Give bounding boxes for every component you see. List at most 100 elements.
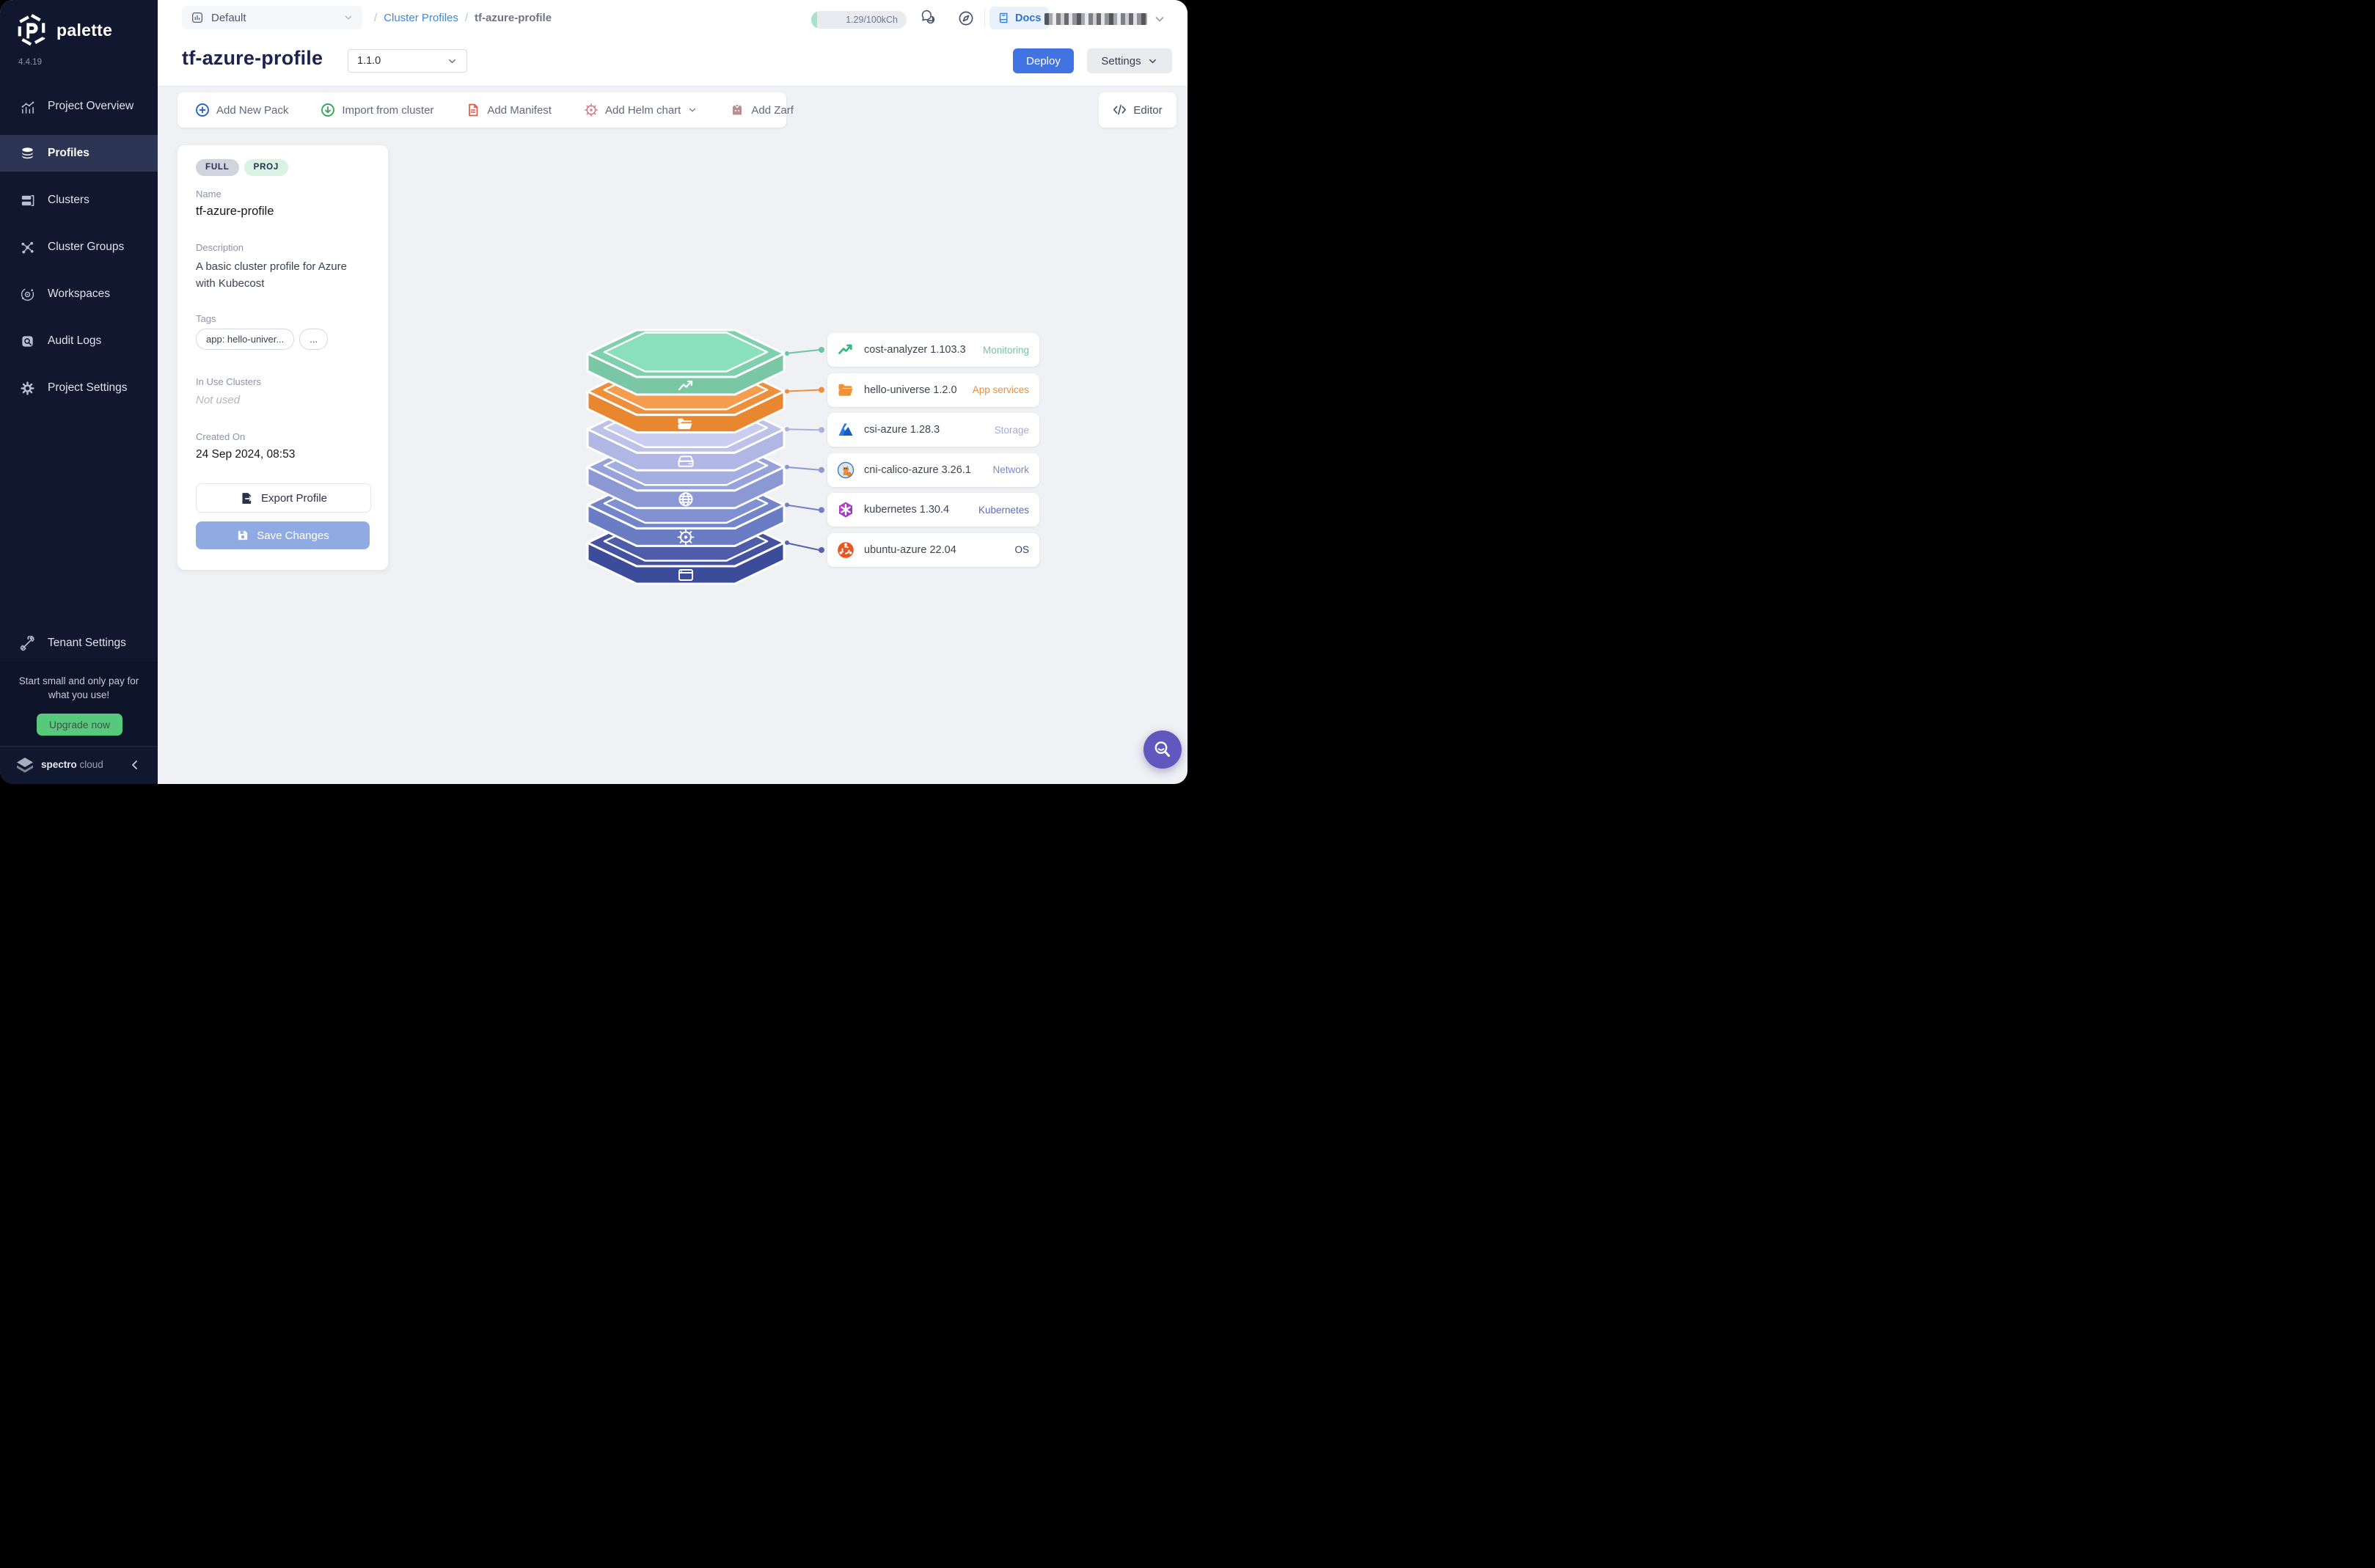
- sidebar-item-project-settings[interactable]: Project Settings: [0, 364, 158, 411]
- sidebar-item-project-overview[interactable]: Project Overview: [0, 83, 158, 130]
- editor-button[interactable]: Editor: [1099, 92, 1176, 128]
- breadcrumb-separator: /: [465, 12, 468, 24]
- save-changes-button[interactable]: Save Changes: [196, 521, 370, 549]
- chevron-down-icon: [343, 12, 354, 23]
- chevron-down-icon: [687, 105, 698, 115]
- sidebar-item-audit-logs[interactable]: Audit Logs: [0, 318, 158, 364]
- breadcrumb-separator: /: [374, 12, 377, 24]
- collapse-sidebar-icon[interactable]: [128, 758, 142, 772]
- export-profile-button[interactable]: Export Profile: [196, 483, 371, 513]
- pack-row-hello-universe[interactable]: hello-universe 1.2.0 App services: [827, 373, 1039, 407]
- import-from-cluster-button[interactable]: Import from cluster: [321, 103, 433, 117]
- sidebar-item-label: Profiles: [48, 147, 89, 160]
- tools-icon: [20, 636, 35, 651]
- connector-dot: [819, 347, 824, 353]
- connector-line: [786, 505, 819, 510]
- sidebar-item-label: Cluster Groups: [48, 241, 124, 254]
- sidebar-footer: spectro cloud: [0, 746, 158, 784]
- chat-icon[interactable]: [921, 10, 938, 27]
- breadcrumb-cluster-profiles[interactable]: Cluster Profiles: [384, 12, 458, 24]
- profile-description: A basic cluster profile for Azure with K…: [196, 258, 369, 292]
- settings-button[interactable]: Settings: [1087, 48, 1172, 73]
- down-circle-icon: [321, 103, 335, 117]
- add-manifest-button[interactable]: Add Manifest: [466, 103, 552, 117]
- usage-meter: 1.29/100kCh: [811, 11, 907, 29]
- toolbar-item-label: Add New Pack: [216, 104, 288, 117]
- pack-category: Storage: [995, 425, 1029, 436]
- gear-icon: [20, 381, 35, 396]
- audit-icon: [20, 334, 35, 349]
- deploy-button[interactable]: Deploy: [1013, 48, 1074, 73]
- add-helm-chart-button[interactable]: Add Helm chart: [584, 103, 698, 117]
- toolbar-item-label: Import from cluster: [342, 104, 433, 117]
- orbit-icon: [20, 287, 35, 302]
- connector-line: [786, 467, 819, 470]
- connector-line: [786, 390, 819, 392]
- user-name-redacted[interactable]: [1044, 13, 1147, 25]
- sidebar-item-label: Audit Logs: [48, 334, 101, 348]
- sidebar-nav: Project Overview Profiles Clusters Clust…: [0, 83, 158, 411]
- toolbar-item-label: Add Helm chart: [605, 104, 681, 117]
- manifest-icon: [466, 103, 480, 117]
- search-fab[interactable]: [1143, 730, 1182, 769]
- project-scope-dropdown[interactable]: Default: [182, 6, 362, 29]
- tags-row: app: hello-univer......: [196, 329, 328, 350]
- toolbar-item-label: Add Manifest: [487, 104, 552, 117]
- connector-dot: [819, 427, 824, 433]
- save-icon: [236, 529, 249, 542]
- palette-logo-icon: [16, 13, 47, 47]
- breadcrumb: / Cluster Profiles / tf-azure-profile: [374, 0, 552, 36]
- search-icon: [1152, 739, 1173, 760]
- project-icon: [191, 11, 204, 24]
- sidebar-item-label: Project Settings: [48, 381, 128, 395]
- promo-text: Start small and only pay for what you us…: [12, 674, 145, 702]
- compass-icon[interactable]: [957, 10, 975, 27]
- sidebar-item-profiles[interactable]: Profiles: [0, 130, 158, 177]
- sidebar-item-workspaces[interactable]: Workspaces: [0, 271, 158, 318]
- pack-row-cost-analyzer[interactable]: cost-analyzer 1.103.3 Monitoring: [827, 333, 1039, 367]
- pack-row-csi-azure[interactable]: csi-azure 1.28.3 Storage: [827, 413, 1039, 447]
- profile-name: tf-azure-profile: [196, 205, 274, 219]
- connector-dot: [785, 541, 789, 545]
- connector-dot: [785, 427, 789, 431]
- upgrade-now-button[interactable]: Upgrade now: [37, 714, 122, 736]
- add-zarf-button[interactable]: Add Zarf: [730, 103, 794, 117]
- tag-pill[interactable]: ...: [299, 329, 328, 350]
- pack-name: cost-analyzer 1.103.3: [864, 344, 966, 356]
- sidebar: palette 4.4.19 Project Overview Profiles…: [0, 0, 158, 784]
- add-new-pack-button[interactable]: Add New Pack: [195, 103, 288, 117]
- sidebar-item-label: Project Overview: [48, 100, 133, 113]
- app-version: 4.4.19: [18, 58, 42, 67]
- sidebar-item-clusters[interactable]: Clusters: [0, 177, 158, 224]
- connector-line: [786, 350, 819, 353]
- tag-pill[interactable]: app: hello-univer...: [196, 329, 294, 350]
- description-label: Description: [196, 242, 244, 253]
- pack-category: OS: [1014, 544, 1029, 555]
- docs-button[interactable]: Docs: [989, 7, 1049, 29]
- pack-row-ubuntu-azure[interactable]: ubuntu-azure 22.04 OS: [827, 533, 1039, 567]
- profile-version-dropdown[interactable]: 1.1.0: [348, 49, 467, 73]
- docs-label: Docs: [1015, 12, 1041, 24]
- pack-row-cni-calico-azure[interactable]: cni-calico-azure 3.26.1 Network: [827, 453, 1039, 487]
- connector-line: [786, 543, 819, 550]
- sidebar-item-cluster-groups[interactable]: Cluster Groups: [0, 224, 158, 271]
- stack-layer-cost-analyzer[interactable]: [588, 330, 784, 395]
- zarf-icon: [730, 103, 744, 117]
- settings-label: Settings: [1101, 55, 1141, 67]
- badge-row: FULLPROJ: [196, 159, 288, 176]
- pack-row-kubernetes[interactable]: kubernetes 1.30.4 Kubernetes: [827, 493, 1039, 527]
- pack-category: Monitoring: [983, 345, 1029, 356]
- connector-dot: [785, 465, 789, 469]
- user-menu-chevron-icon[interactable]: [1153, 12, 1166, 26]
- folder-orange-icon: [837, 381, 855, 399]
- export-icon: [240, 491, 254, 505]
- in-use-value: Not used: [196, 394, 240, 406]
- pack-name: kubernetes 1.30.4: [864, 504, 949, 516]
- sidebar-item-label: Workspaces: [48, 287, 110, 301]
- azure-icon: [837, 421, 855, 439]
- sidebar-item-tenant-settings[interactable]: Tenant Settings: [0, 620, 158, 667]
- pack-name: hello-universe 1.2.0: [864, 384, 957, 396]
- connector-dot: [819, 467, 824, 473]
- chevron-down-icon: [1147, 56, 1158, 67]
- brand-name: palette: [56, 21, 112, 40]
